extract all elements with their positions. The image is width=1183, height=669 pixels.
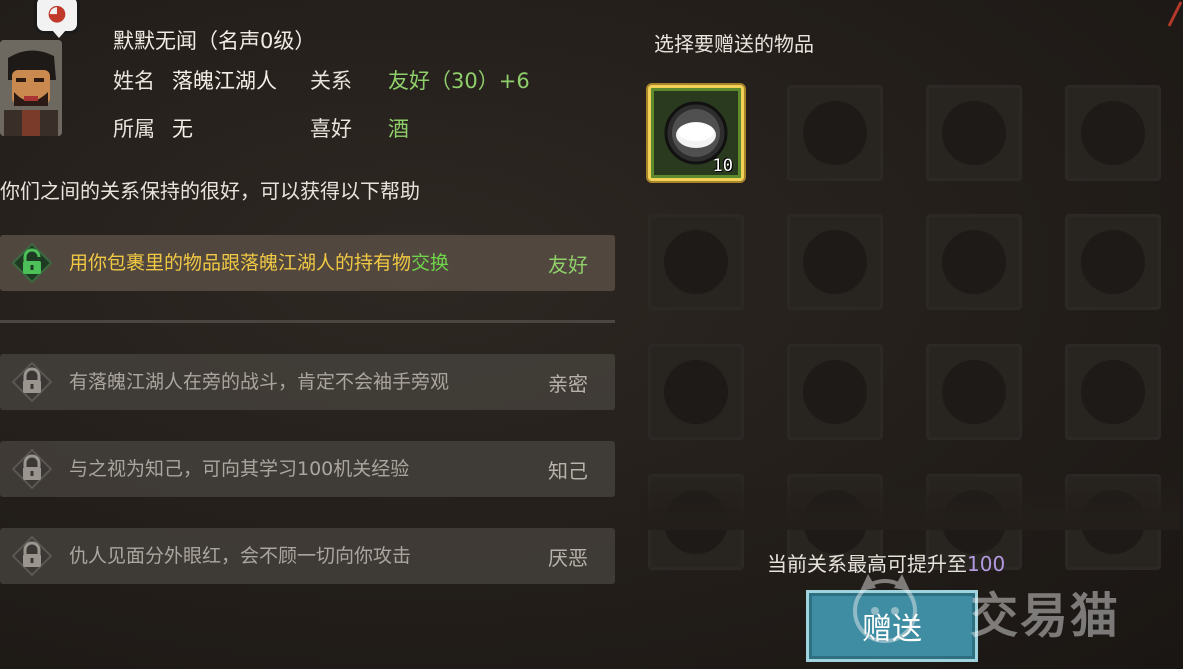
benefit-text: 用你包裹里的物品跟落魄江湖人的持有物交换 (69, 252, 450, 274)
benefit-row-hostile[interactable]: 仇人见面分外眼红，会不顾一切向你攻击 厌恶 (0, 528, 615, 584)
item-slot-empty[interactable] (1065, 344, 1161, 440)
benefit-level: 知己 (548, 458, 588, 483)
relation-label: 关系 (310, 69, 352, 93)
name-label: 姓名 (113, 69, 155, 93)
item-slot-empty[interactable] (1065, 214, 1161, 310)
locked-padlock-icon (12, 449, 52, 489)
npc-portrait (0, 40, 62, 136)
item-slot-empty[interactable] (787, 214, 883, 310)
benefit-level: 友好 (548, 252, 588, 277)
benefit-text: 仇人见面分外眼红，会不顾一切向你攻击 (69, 545, 412, 567)
item-slot-selected[interactable]: 10 (648, 85, 744, 181)
locked-padlock-icon (12, 362, 52, 402)
item-grid: 10 (645, 82, 1180, 570)
benefit-level: 亲密 (548, 371, 588, 396)
gift-panel-title: 选择要赠送的物品 (654, 32, 814, 56)
relation-value: 友好（30）+6 (388, 69, 530, 93)
item-slot-empty[interactable] (787, 344, 883, 440)
item-slot-empty[interactable] (926, 214, 1022, 310)
relationship-intro: 你们之间的关系保持的很好，可以获得以下帮助 (0, 179, 420, 203)
benefit-text: 有落魄江湖人在旁的战斗，肯定不会袖手旁观 (69, 371, 450, 393)
benefit-row-trade[interactable]: 用你包裹里的物品跟落魄江湖人的持有物交换 友好 (0, 235, 615, 291)
item-slot-empty[interactable] (648, 214, 744, 310)
benefit-level: 厌恶 (548, 545, 588, 570)
laugh-emote-icon: ◕ (47, 1, 67, 26)
grid-scroll-fade (640, 470, 1180, 530)
npc-fame-line: 默默无闻（名声0级） (113, 29, 316, 53)
unlocked-padlock-icon (12, 243, 52, 283)
item-slot-empty[interactable] (926, 344, 1022, 440)
give-button[interactable]: 赠送 (806, 590, 978, 662)
section-divider (0, 320, 615, 323)
likes-value: 酒 (388, 117, 409, 141)
benefit-row-assist[interactable]: 有落魄江湖人在旁的战斗，肯定不会袖手旁观 亲密 (0, 354, 615, 410)
locked-padlock-icon (12, 536, 52, 576)
item-slot-empty[interactable] (926, 85, 1022, 181)
faction-label: 所属 (113, 117, 155, 141)
watermark-text: 交易猫 (970, 588, 1121, 644)
max-relation-text: 当前关系最高可提升至100 (767, 552, 1006, 576)
item-slot-empty[interactable] (1065, 85, 1161, 181)
item-count: 10 (712, 156, 733, 176)
likes-label: 喜好 (310, 117, 352, 141)
name-value: 落魄江湖人 (172, 69, 277, 93)
emote-bubble: ◕ (34, 0, 80, 34)
emote-bubble-tail (52, 30, 66, 38)
benefit-row-learn[interactable]: 与之视为知己，可向其学习100机关经验 知己 (0, 441, 615, 497)
item-slot-empty[interactable] (787, 85, 883, 181)
decorative-corner-icon (1167, 1, 1183, 27)
item-slot-empty[interactable] (648, 344, 744, 440)
faction-value: 无 (172, 117, 193, 141)
benefit-text: 与之视为知己，可向其学习100机关经验 (69, 458, 410, 480)
